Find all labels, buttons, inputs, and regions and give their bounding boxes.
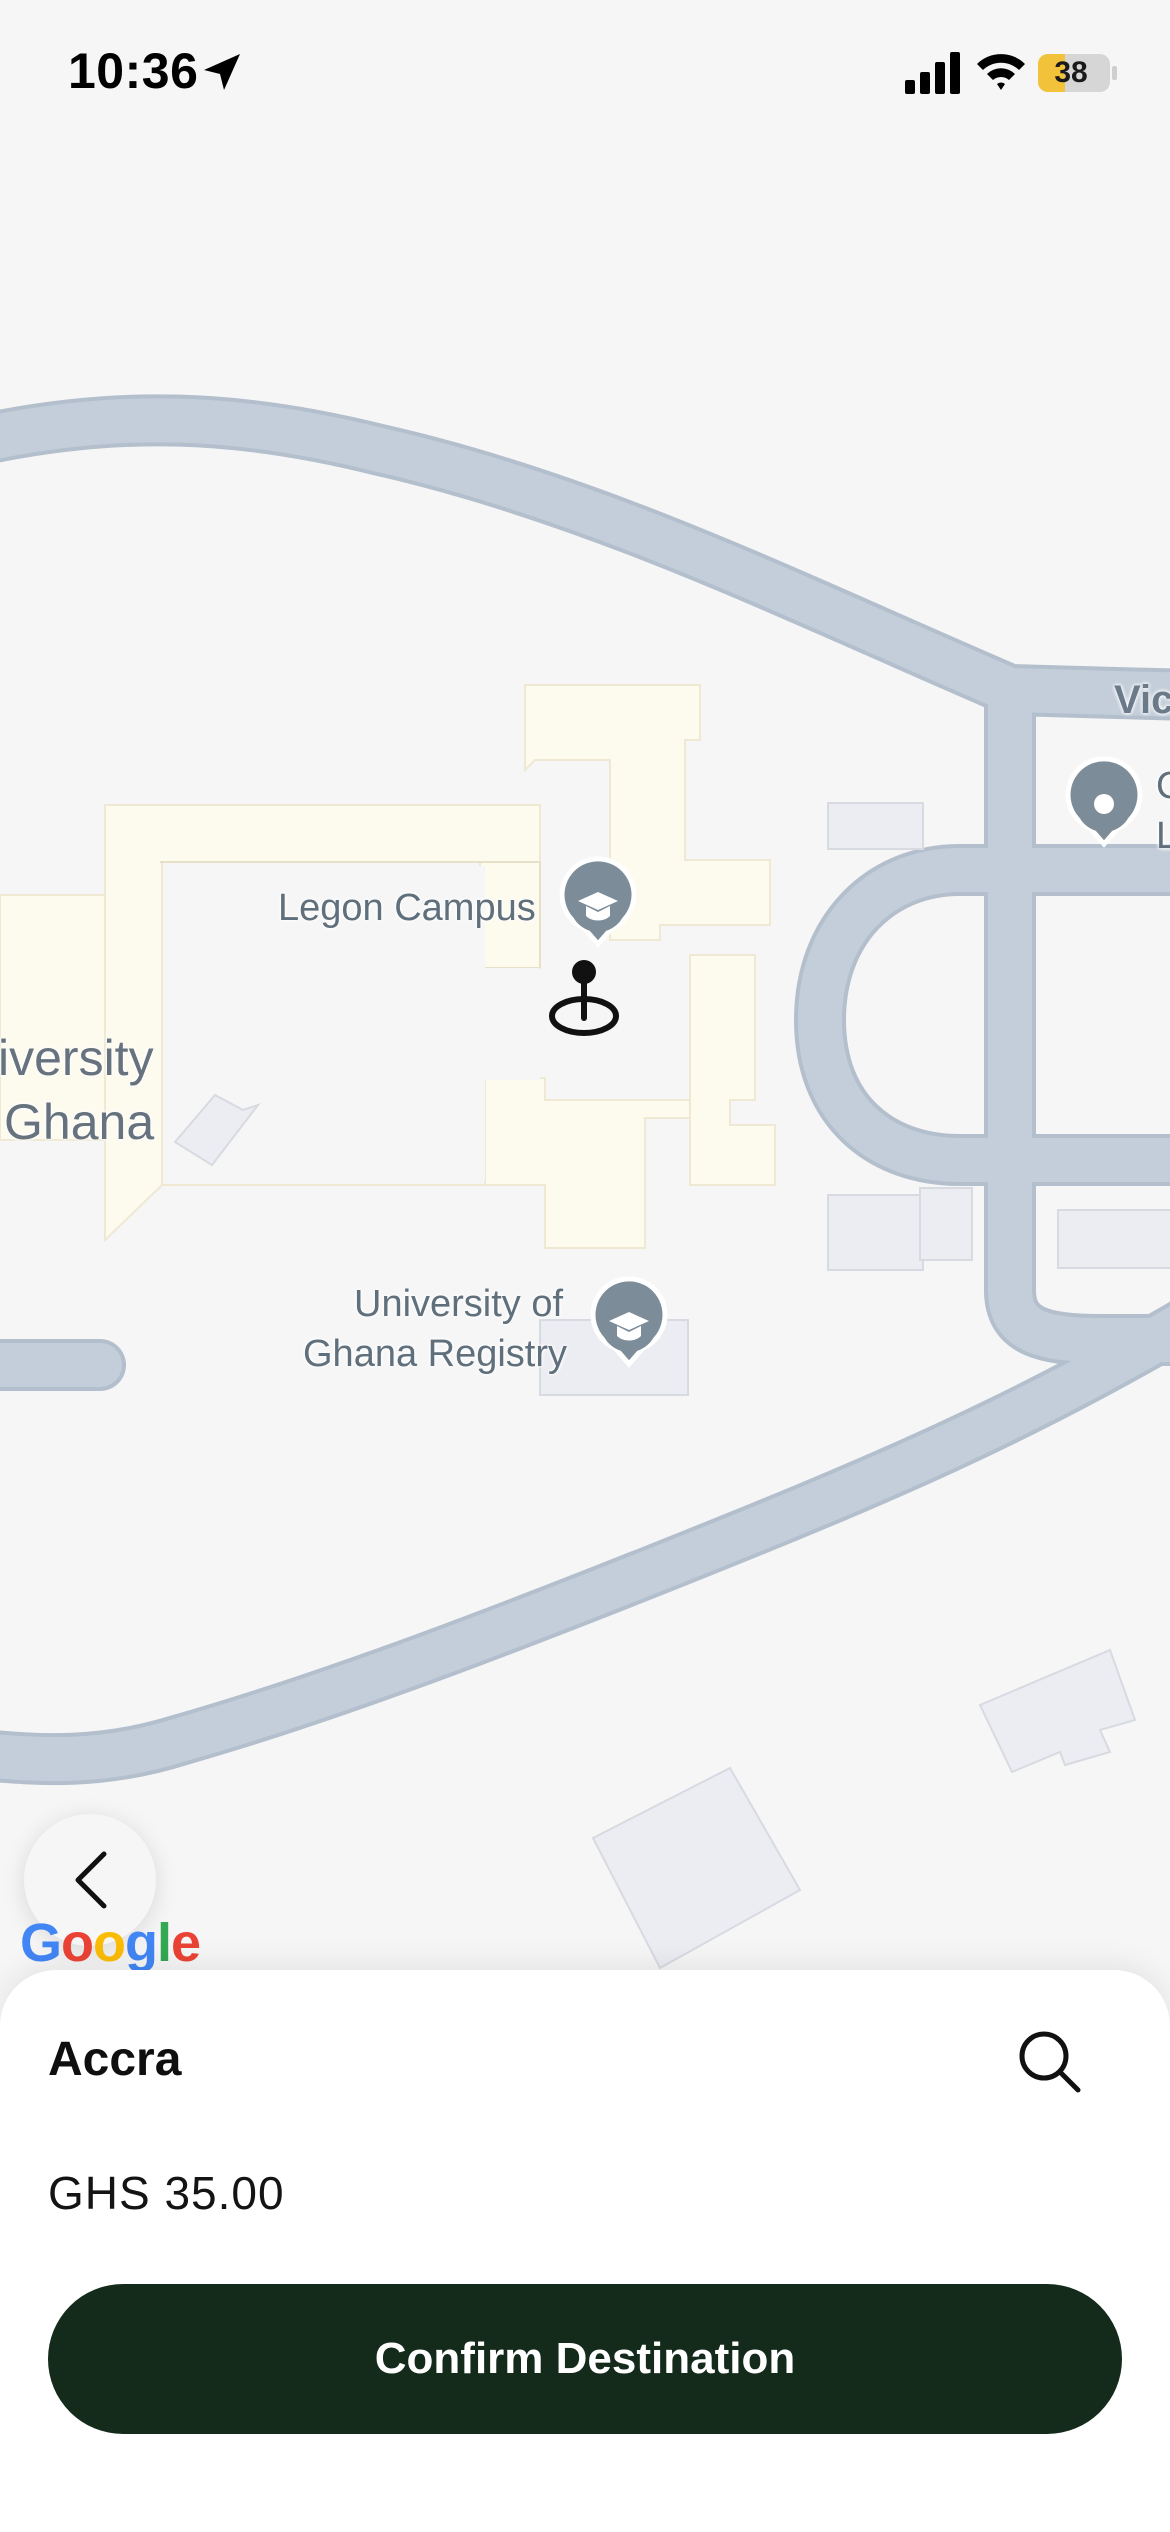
battery-level: 38 bbox=[1054, 56, 1088, 89]
status-time: 10:36 bbox=[68, 43, 199, 99]
poi-right-label-line1[interactable]: C bbox=[1156, 762, 1170, 810]
search-button[interactable] bbox=[1010, 2022, 1090, 2102]
confirm-destination-button[interactable]: Confirm Destination bbox=[48, 2284, 1122, 2434]
cellular-signal-icon bbox=[905, 52, 960, 94]
chevron-left-icon bbox=[75, 1851, 107, 1909]
wifi-icon bbox=[977, 54, 1025, 90]
destination-sheet: Accra GHS 35.00 Confirm Destination bbox=[0, 1970, 1170, 2532]
road-label: Vic bbox=[1114, 678, 1170, 722]
battery-cap bbox=[1112, 66, 1117, 80]
poi-right-label-line2[interactable]: L bbox=[1156, 812, 1170, 860]
status-bar: 10:36 38 bbox=[0, 0, 1170, 150]
destination-city: Accra bbox=[48, 2033, 182, 2086]
search-icon bbox=[1019, 2031, 1081, 2093]
legon-campus-label[interactable]: Legon Campus bbox=[278, 884, 536, 932]
google-logo: Google bbox=[20, 1913, 201, 1973]
campus-label-line1: iversity bbox=[0, 1030, 154, 1086]
fare-price: GHS 35.00 bbox=[48, 2167, 285, 2219]
registry-label-line1[interactable]: University of bbox=[354, 1280, 563, 1328]
registry-label-line2[interactable]: Ghana Registry bbox=[303, 1330, 567, 1378]
campus-label-line2: Ghana bbox=[4, 1094, 155, 1150]
battery-icon: 38 bbox=[1038, 54, 1110, 92]
location-arrow-icon bbox=[204, 54, 240, 90]
